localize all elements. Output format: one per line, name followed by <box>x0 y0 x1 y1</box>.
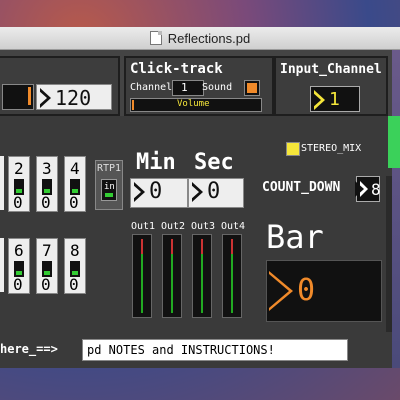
tempo-slider[interactable] <box>2 84 34 110</box>
partial-slot <box>0 156 4 210</box>
min-number-box[interactable]: 0 <box>130 178 188 208</box>
input-channel-panel: Input_Channel 1 <box>274 56 388 116</box>
track-slot[interactable]: 30 <box>36 156 58 212</box>
tempo-panel: 120 <box>0 56 120 116</box>
out4-label: Out4 <box>221 221 246 232</box>
count-down-label: COUNT_DOWN <box>262 180 341 195</box>
out4-meter <box>222 234 242 318</box>
track-slot[interactable]: 70 <box>36 238 58 294</box>
bar-number-box[interactable]: 0 <box>266 260 382 322</box>
notes-row: here_==> pd NOTES and INSTRUCTIONS! <box>0 336 392 364</box>
channel-label: Channel <box>130 82 173 93</box>
rtp-label: RTP1 <box>97 163 122 174</box>
rtp-panel: RTP1 in <box>95 160 123 210</box>
out2-meter <box>162 234 182 318</box>
input-channel-title: Input_Channel <box>280 62 382 77</box>
tempo-slider-handle[interactable] <box>28 87 31 105</box>
desktop-edge <box>392 50 400 368</box>
count-down-number[interactable]: 8 <box>355 176 381 202</box>
min-label: Min <box>136 150 176 175</box>
track-slot[interactable]: 60 <box>8 238 30 294</box>
stereo-mix-toggle[interactable] <box>286 142 300 156</box>
tempo-number-box[interactable]: 120 <box>36 84 112 110</box>
green-indicator <box>388 116 400 168</box>
click-track-panel: Click-track Channel 1 Sound Volume <box>124 56 274 116</box>
out1-meter <box>132 234 152 318</box>
rtp-toggle[interactable]: in <box>101 179 117 201</box>
sec-number-box[interactable]: 0 <box>188 178 244 208</box>
track-slot[interactable]: 20 <box>8 156 30 212</box>
top-controls-row: 120 Click-track Channel 1 Sound Volume I… <box>0 50 400 168</box>
out3-meter <box>192 234 212 318</box>
sound-label: Sound <box>202 82 233 93</box>
notes-instructions-button[interactable]: pd NOTES and INSTRUCTIONS! <box>82 339 348 361</box>
click-channel-number[interactable]: 1 <box>172 80 204 96</box>
track-slot[interactable]: 80 <box>64 238 86 294</box>
stereo-mix-label: STEREO_MIX <box>301 143 362 154</box>
volume-slider[interactable]: Volume <box>130 98 262 112</box>
partial-slot <box>0 238 4 292</box>
out1-label: Out1 <box>131 221 156 232</box>
pd-canvas: 120 Click-track Channel 1 Sound Volume I… <box>0 50 400 368</box>
bar-label: Bar <box>266 218 324 256</box>
click-track-title: Click-track <box>130 61 223 77</box>
input-channel-number[interactable]: 1 <box>310 86 360 112</box>
volume-label: Volume <box>177 99 210 109</box>
window-titlebar[interactable]: Reflections.pd <box>0 27 400 50</box>
volume-handle[interactable] <box>132 100 134 110</box>
sec-label: Sec <box>194 150 234 175</box>
out2-label: Out2 <box>161 221 186 232</box>
document-icon <box>149 31 162 45</box>
window-title: Reflections.pd <box>167 30 251 46</box>
track-slot[interactable]: 40 <box>64 156 86 212</box>
out3-label: Out3 <box>191 221 216 232</box>
notes-arrow-label: here_==> <box>0 342 58 356</box>
right-strip <box>386 176 392 332</box>
sound-toggle[interactable] <box>244 80 260 96</box>
